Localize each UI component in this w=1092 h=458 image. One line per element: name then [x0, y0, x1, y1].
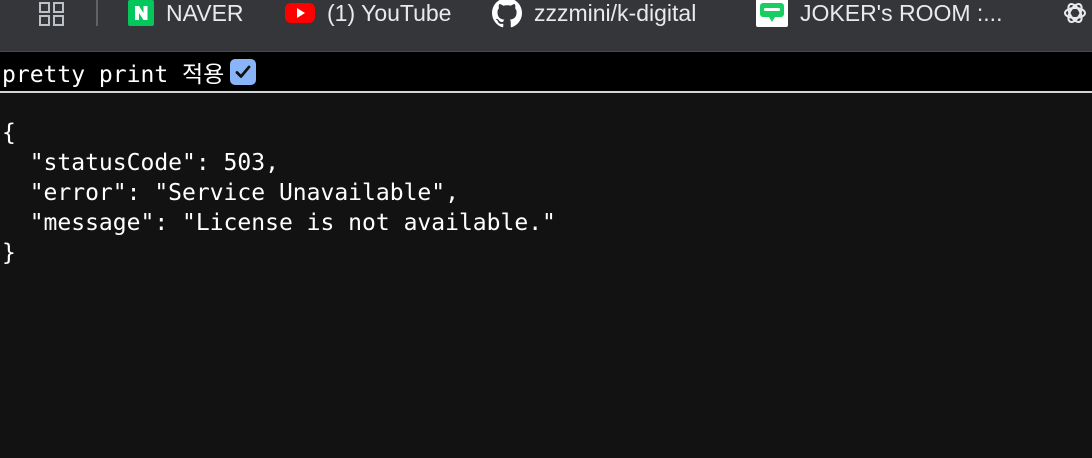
json-line: "error": "Service Unavailable",	[2, 180, 459, 206]
bookmark-label: zzzmini/k-digital	[534, 0, 697, 26]
pretty-print-checkbox[interactable]	[230, 58, 257, 85]
bookmark-youtube[interactable]: (1) YouTube	[285, 0, 451, 26]
bookmark-label: JOKER's ROOM :...	[800, 0, 1003, 26]
checkmark-icon	[235, 65, 251, 78]
pretty-print-bar: pretty print 적용	[0, 52, 1092, 93]
joker-blog-icon	[756, 0, 788, 27]
bookmark-label: NAVER	[166, 0, 244, 26]
json-line: "message": "License is not available."	[2, 210, 556, 236]
pretty-print-label: pretty print 적용	[2, 61, 225, 88]
bookmarks-divider	[96, 0, 98, 26]
json-line: {	[2, 120, 16, 146]
naver-icon	[128, 0, 154, 26]
openai-icon[interactable]	[1062, 0, 1088, 26]
json-line: }	[2, 240, 16, 266]
bookmarks-bar: NAVER (1) YouTube zzzmini/k-digital JOKE…	[0, 0, 1092, 52]
github-icon	[492, 0, 522, 28]
apps-grid-icon[interactable]	[38, 2, 66, 26]
bookmark-naver[interactable]: NAVER	[128, 0, 244, 26]
json-line: "statusCode": 503,	[2, 150, 279, 176]
bookmark-label: (1) YouTube	[327, 0, 452, 26]
youtube-icon	[285, 3, 315, 23]
json-response-body: { "statusCode": 503, "error": "Service U…	[0, 118, 556, 268]
bookmark-github[interactable]: zzzmini/k-digital	[492, 0, 697, 28]
bookmark-joker-room[interactable]: JOKER's ROOM :...	[756, 0, 1003, 27]
